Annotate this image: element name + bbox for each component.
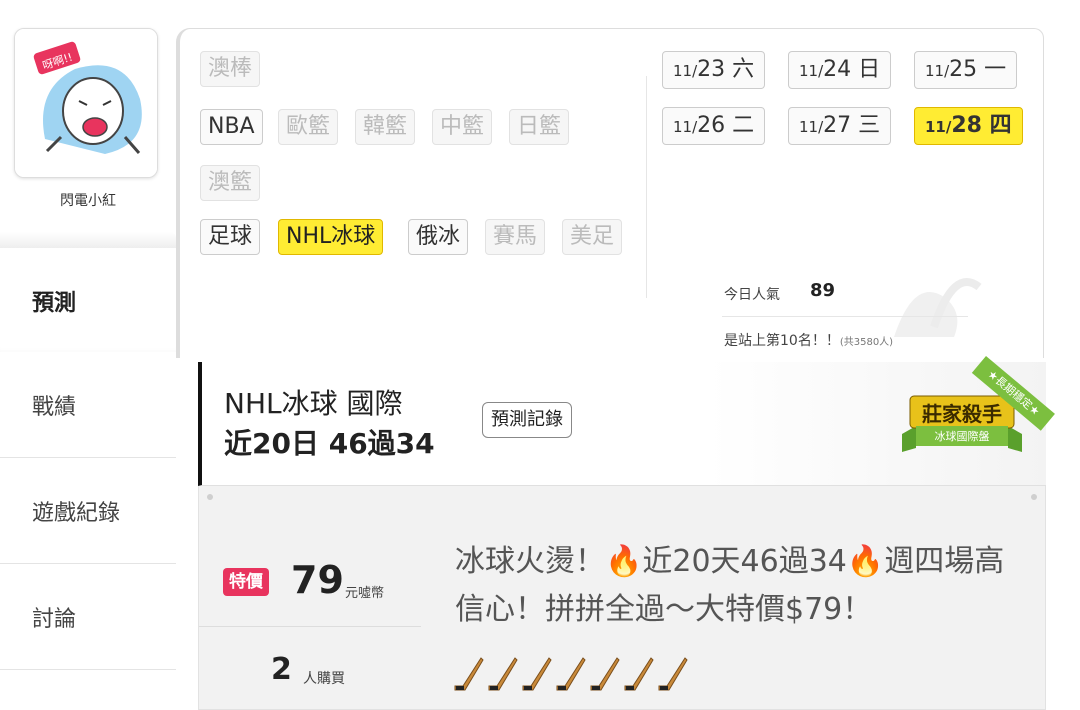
sport-chip-aus-basketball[interactable]: 澳籃 [200, 165, 261, 201]
sport-chip-nba[interactable]: NBA [200, 109, 263, 145]
badge-title: 莊家殺手 [922, 402, 1002, 426]
sport-chip-euro-basketball[interactable]: 歐籃 [278, 109, 339, 145]
sale-tag: 特價 [223, 568, 269, 596]
sport-chip-aus-baseball[interactable]: 澳棒 [200, 51, 261, 87]
date-button-1128[interactable]: 11/28 四 [914, 107, 1023, 145]
hockey-stick-icon [590, 657, 620, 691]
hockey-stick-icon [454, 657, 484, 691]
rank-text: 是站上第10名！！(共3580人) [724, 333, 894, 349]
date-button-1125[interactable]: 11/25 一 [914, 51, 1018, 89]
deal-text-part-1: 冰球火燙！ [455, 544, 605, 579]
price-unit: 元噓幣 [345, 586, 385, 601]
nav-item-prediction[interactable]: 預測 [0, 248, 176, 354]
corner-dot-right [1031, 494, 1037, 500]
nav-item-record[interactable]: 戰績 [0, 352, 176, 458]
hockey-stick-icon [522, 657, 552, 691]
nav-item-discussion[interactable]: 討論 [0, 564, 176, 670]
hockey-stick-icon [624, 657, 654, 691]
filter-panel: 澳棒 NBA 歐籃 韓籃 中籃 日籃 澳籃 足球 NHL冰球 俄冰 賽馬 美足 … [176, 28, 1044, 358]
category-header-card: NHL冰球 國際 近20日 46過34 預測記錄 莊家殺手 冰球國際盤 ★長期穩… [198, 356, 1055, 486]
hockey-stick-icon [556, 657, 586, 691]
avatar-cartoon-image: 呀啊!! [15, 29, 157, 177]
prediction-record-button[interactable]: 預測記錄 [482, 402, 572, 438]
sport-chip-china-basketball[interactable]: 中籃 [432, 109, 493, 145]
hockey-stick-icon [488, 657, 518, 691]
nav-item-game-log[interactable]: 遊戲紀錄 [0, 458, 176, 564]
nav-tab-edge [0, 232, 176, 248]
stats-divider [722, 316, 968, 317]
sport-chip-russia-hockey[interactable]: 俄冰 [408, 219, 469, 255]
sport-chip-soccer[interactable]: 足球 [200, 219, 261, 255]
deal-description[interactable]: 冰球火燙！🔥近20天46過34🔥週四場高信心！拼拼全過～大特價$79！ [455, 538, 1025, 634]
sport-chip-american-football[interactable]: 美足 [562, 219, 623, 255]
sport-chip-nhl[interactable]: NHL冰球 [278, 219, 384, 255]
fire-icon: 🔥 [846, 544, 885, 579]
rank-total: (共3580人) [839, 337, 894, 348]
sport-chip-korea-basketball[interactable]: 韓籃 [355, 109, 416, 145]
date-button-1126[interactable]: 11/26 二 [662, 107, 766, 145]
watermark-graphic [894, 278, 982, 337]
deal-divider [199, 626, 421, 627]
sport-chip-horse-racing[interactable]: 賽馬 [485, 219, 546, 255]
badge-subtitle: 冰球國際盤 [934, 430, 990, 443]
hockey-stick-icon [658, 657, 688, 691]
hockey-stick-row [453, 654, 689, 694]
popularity-value: 89 [810, 280, 836, 301]
price-value: 79 [291, 558, 344, 602]
panel-divider [646, 76, 647, 298]
username: 閃電小紅 [60, 193, 116, 209]
date-button-1127[interactable]: 11/27 三 [788, 107, 892, 145]
deal-text-part-2: 近20天46過34 [642, 544, 847, 579]
category-record: 近20日 46過34 [224, 427, 435, 460]
date-button-1123[interactable]: 11/23 六 [662, 51, 766, 89]
buyers-unit: 人購買 [303, 671, 345, 687]
category-title: NHL冰球 國際 [224, 387, 403, 420]
sport-chip-japan-basketball[interactable]: 日籃 [509, 109, 570, 145]
buyers-count: 2 [271, 652, 292, 687]
fire-icon: 🔥 [605, 544, 643, 579]
date-button-1124[interactable]: 11/24 日 [788, 51, 892, 89]
popularity-label: 今日人氣 [724, 287, 780, 303]
deal-card: 特價 79 元噓幣 2 人購買 冰球火燙！🔥近20天46過34🔥週四場高信心！拼… [198, 486, 1046, 710]
deal-price-block: 特價 79 元噓幣 2 人購買 [199, 486, 421, 710]
avatar[interactable]: 呀啊!! [14, 28, 158, 178]
sidebar: 呀啊!! 閃電小紅 預測 戰績 遊戲紀錄 討論 [0, 0, 176, 710]
